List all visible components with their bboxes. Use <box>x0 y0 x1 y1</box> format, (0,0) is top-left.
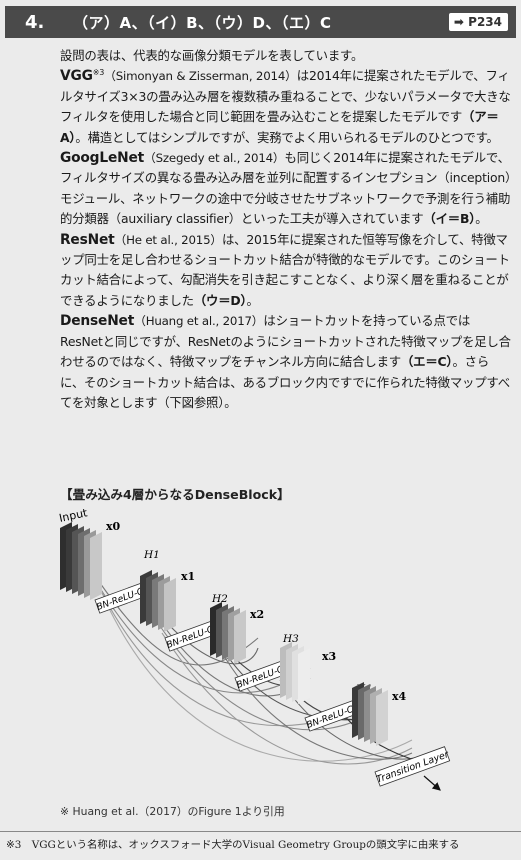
feature-map-x4 <box>352 682 388 746</box>
googlenet-citation: （Szegedy et al., 2014） <box>144 151 285 166</box>
resnet-answer: （ウ＝D） <box>193 292 247 308</box>
figure-caption: ※ Huang et al.（2017）のFigure 1より引用 <box>60 805 285 818</box>
densenet-paragraph: DenseNet（Huang et al., 2017）はショートカットを持って… <box>60 311 512 413</box>
vgg-text2: 。構造としてはシンプルですが、実務でよく用いられるモデルのひとつです。 <box>75 129 499 145</box>
resnet-text2: 。 <box>246 292 259 308</box>
vgg-citation: （Simonyan & Zisserman, 2014） <box>104 69 297 84</box>
densenet-answer: （エ＝C） <box>400 354 453 370</box>
feature-map-x2 <box>210 602 246 664</box>
footnote-divider <box>0 831 521 832</box>
x4-label: x4 <box>392 690 407 703</box>
vgg-paragraph: VGG※3（Simonyan & Zisserman, 2014）は2014年に… <box>60 66 512 148</box>
googlenet-text2: 。 <box>475 211 488 227</box>
googlenet-paragraph: GoogLeNet（Szegedy et al., 2014）も同じく2014年… <box>60 148 512 230</box>
vgg-term: VGG <box>60 68 93 85</box>
intro-paragraph: 設問の表は、代表的な画像分類モデルを表しています。 <box>60 48 364 63</box>
x1-label: x1 <box>181 570 195 583</box>
transition-layer-box: Transition Layer <box>374 746 451 787</box>
resnet-paragraph: ResNet（He et al., 2015）は、2015年に提案された恒等写像… <box>60 230 512 312</box>
googlenet-answer: （イ＝B） <box>423 211 476 227</box>
densenet-term: DenseNet <box>60 313 135 330</box>
explanation-text: 設問の表は、代表的な画像分類モデルを表しています。 VGG※3（Simonyan… <box>60 46 512 413</box>
resnet-citation: （He et al., 2015） <box>114 232 223 247</box>
h1-label: H1 <box>143 549 160 561</box>
denseblock-figure: Input x0 BN-ReLU-Conv H1 x1 BN-ReLU-Conv <box>40 506 480 800</box>
figure-title: 【畳み込み4層からなるDenseBlock】 <box>60 487 290 502</box>
page-reference-link[interactable]: ➡ P234 <box>448 13 508 31</box>
footnote-ref[interactable]: ※3 <box>93 68 105 77</box>
h2-label: H2 <box>211 593 228 605</box>
x3-label: x3 <box>322 650 336 663</box>
feature-map-x3 <box>280 642 310 704</box>
resnet-term: ResNet <box>60 231 115 248</box>
feature-map-x1 <box>140 570 176 632</box>
output-arrow <box>423 775 441 791</box>
denseblock-diagram: Input x0 BN-ReLU-Conv H1 x1 BN-ReLU-Conv <box>58 506 451 791</box>
answer-title: （ア）A、（イ）B、（ウ）D、（エ）C <box>73 13 332 32</box>
footnote: ※3 VGGという名称は、オックスフォード大学のVisual Geometry … <box>6 839 460 851</box>
question-number: 4. <box>25 11 45 33</box>
answer-header: 4. （ア）A、（イ）B、（ウ）D、（エ）C ➡ P234 <box>5 6 516 38</box>
x0-label: x0 <box>106 520 121 533</box>
x2-label: x2 <box>250 608 264 621</box>
googlenet-term: GoogLeNet <box>60 150 145 167</box>
densenet-citation: （Huang et al., 2017） <box>134 314 264 329</box>
page: 4. （ア）A、（イ）B、（ウ）D、（エ）C ➡ P234 設問の表は、代表的な… <box>0 0 521 860</box>
input-label: Input <box>58 508 89 525</box>
transition-layer-label: Transition Layer <box>375 749 451 786</box>
feature-map-x0 <box>60 522 102 600</box>
